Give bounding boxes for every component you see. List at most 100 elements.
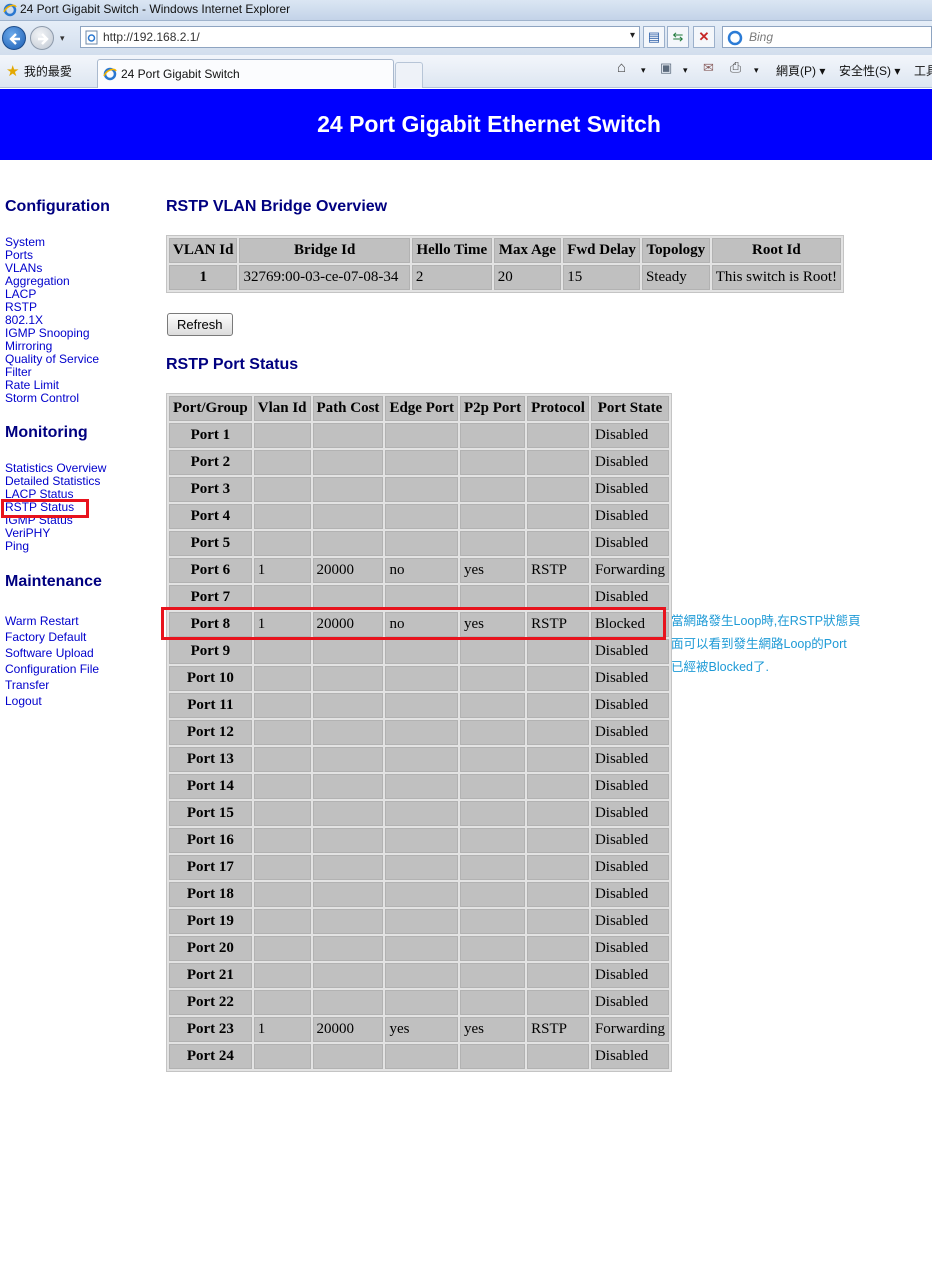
stop-button[interactable]: ✕ <box>693 26 715 48</box>
vlan-id-cell <box>253 963 311 988</box>
port-name-cell: Port 17 <box>169 855 252 880</box>
port-state-cell: Disabled <box>590 504 669 529</box>
edge-port-cell <box>385 882 459 907</box>
new-tab-button[interactable] <box>395 62 423 88</box>
star-icon: ★ <box>6 63 20 80</box>
port-name-cell: Port 10 <box>169 666 252 691</box>
edge-port-cell <box>385 774 459 799</box>
protocol-cell <box>527 828 589 853</box>
vlan-id-cell <box>253 720 311 745</box>
p2p-port-cell: yes <box>460 1017 526 1042</box>
feeds-icon[interactable]: ▣ <box>660 60 672 76</box>
bing-icon <box>727 30 743 46</box>
compatibility-view-button[interactable]: ▤ <box>643 26 665 48</box>
port-name-cell: Port 13 <box>169 747 252 772</box>
address-bar[interactable]: http://192.168.2.1/ ▾ <box>80 26 640 48</box>
annotation-line: 當網路發生Loop時,在RSTP狀態頁 <box>671 614 861 628</box>
table-header-row: Port/Group Vlan Id Path Cost Edge Port P… <box>169 396 669 421</box>
protocol-cell <box>527 963 589 988</box>
table-row: Port 1 Disabled <box>169 423 669 448</box>
table-row: Port 10 Disabled <box>169 666 669 691</box>
table-row: Port 22 Disabled <box>169 990 669 1015</box>
port-state-cell: Disabled <box>590 855 669 880</box>
browser-refresh-button[interactable]: ⇆ <box>667 26 689 48</box>
home-icon[interactable]: ⌂ <box>617 59 626 76</box>
vlan-id-cell <box>253 801 311 826</box>
url-text[interactable]: http://192.168.2.1/ <box>103 30 200 44</box>
bridge-overview-table: VLAN Id Bridge Id Hello Time Max Age Fwd… <box>166 235 844 293</box>
edge-port-cell <box>385 693 459 718</box>
p2p-port-cell <box>460 423 526 448</box>
port-name-cell: Port 14 <box>169 774 252 799</box>
path-cost-cell <box>312 666 384 691</box>
vlan-id-cell <box>253 666 311 691</box>
table-row: Port 23 1 20000 yes yes RSTP Forwarding <box>169 1017 669 1042</box>
safety-menu[interactable]: 安全性(S) ▾ <box>839 62 900 79</box>
page-menu[interactable]: 網頁(P) ▾ <box>776 62 825 79</box>
annotation-note: 當網路發生Loop時,在RSTP狀態頁 面可以看到發生網路Loop的Port 已… <box>671 610 883 679</box>
sidebar-item-storm-control[interactable]: Storm Control <box>5 392 79 405</box>
table-row: Port 21 Disabled <box>169 963 669 988</box>
tools-menu[interactable]: 工具 <box>914 62 932 79</box>
sidebar-item-software-upload[interactable]: Software Upload <box>5 645 94 661</box>
p2p-port-cell <box>460 801 526 826</box>
search-input[interactable]: Bing <box>722 26 932 48</box>
protocol-cell: RSTP <box>527 558 589 583</box>
path-cost-cell: 20000 <box>312 1017 384 1042</box>
port-name-cell: Port 6 <box>169 558 252 583</box>
print-dropdown-icon[interactable]: ▾ <box>754 65 759 76</box>
port-state-cell: Disabled <box>590 801 669 826</box>
sidebar-item-ping[interactable]: Ping <box>5 540 29 553</box>
sidebar-item-configuration-file-transfer[interactable]: Configuration File Transfer <box>5 661 115 693</box>
table-row: Port 6 1 20000 no yes RSTP Forwarding <box>169 558 669 583</box>
annotation-line: 面可以看到發生網路Loop的Port <box>671 637 847 651</box>
feeds-dropdown-icon[interactable]: ▾ <box>683 65 688 76</box>
port-state-cell: Disabled <box>590 747 669 772</box>
port-name-cell: Port 22 <box>169 990 252 1015</box>
back-button[interactable] <box>2 26 26 50</box>
table-row: Port 2 Disabled <box>169 450 669 475</box>
sidebar-item-factory-default[interactable]: Factory Default <box>5 629 86 645</box>
edge-port-cell <box>385 504 459 529</box>
sidebar-item-warm-restart[interactable]: Warm Restart <box>5 613 79 629</box>
protocol-cell <box>527 882 589 907</box>
table-row: Port 18 Disabled <box>169 882 669 907</box>
forward-button[interactable] <box>30 26 54 50</box>
window-title: 24 Port Gigabit Switch - Windows Interne… <box>20 2 291 16</box>
path-cost-cell <box>312 450 384 475</box>
sidebar-item-logout[interactable]: Logout <box>5 693 42 709</box>
port-state-cell: Disabled <box>590 774 669 799</box>
protocol-cell: RSTP <box>527 1017 589 1042</box>
vlan-id-cell <box>253 450 311 475</box>
column-header: Path Cost <box>312 396 384 421</box>
print-icon[interactable]: ⎙ <box>730 59 741 76</box>
browser-tab[interactable]: 24 Port Gigabit Switch <box>97 59 394 88</box>
rstp-status-highlight-box <box>1 499 89 518</box>
table-row: 1 32769:00-03-ce-07-08-34 2 20 15 Steady… <box>169 265 841 290</box>
port-state-cell: Disabled <box>590 828 669 853</box>
protocol-cell <box>527 423 589 448</box>
table-row: Port 15 Disabled <box>169 801 669 826</box>
edge-port-cell <box>385 639 459 664</box>
path-cost-cell <box>312 693 384 718</box>
recent-pages-dropdown-icon[interactable]: ▾ <box>60 33 65 44</box>
p2p-port-cell <box>460 936 526 961</box>
column-header: Vlan Id <box>253 396 311 421</box>
header-banner: 24 Port Gigabit Ethernet Switch <box>0 89 932 160</box>
column-header: P2p Port <box>460 396 526 421</box>
mail-icon[interactable]: ✉ <box>703 60 714 76</box>
table-row: Port 13 Disabled <box>169 747 669 772</box>
edge-port-cell <box>385 423 459 448</box>
port-status-rows: Port 1 Disabled Port 2 Disabled Port 3 Disabl… <box>169 423 669 1069</box>
refresh-button[interactable]: Refresh <box>167 313 233 336</box>
favorites-button[interactable]: ★ 我的最愛 <box>6 62 72 80</box>
vlan-id-cell <box>253 882 311 907</box>
port-name-cell: Port 21 <box>169 963 252 988</box>
edge-port-cell <box>385 855 459 880</box>
edge-port-cell <box>385 666 459 691</box>
table-row: Port 12 Disabled <box>169 720 669 745</box>
vlan-id-cell <box>253 747 311 772</box>
home-dropdown-icon[interactable]: ▾ <box>641 65 646 76</box>
address-dropdown-icon[interactable]: ▾ <box>630 30 635 41</box>
port-state-cell: Disabled <box>590 909 669 934</box>
